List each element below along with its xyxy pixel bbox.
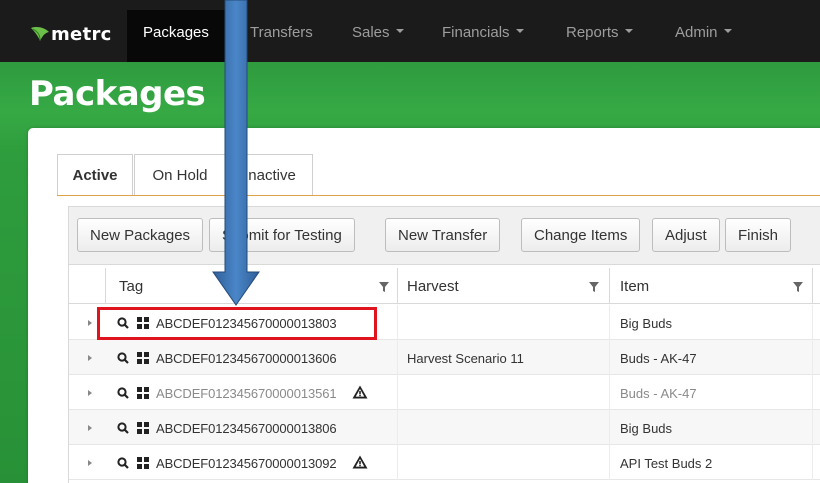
magnifier-icon[interactable] bbox=[117, 457, 129, 469]
chevron-down-icon bbox=[515, 29, 524, 34]
nav-packages-label: Packages bbox=[143, 24, 209, 41]
magnifier-icon[interactable] bbox=[117, 422, 129, 434]
magnifier-icon[interactable] bbox=[117, 387, 129, 399]
metrc-logo[interactable]: metrc bbox=[30, 22, 112, 46]
new-transfer-label: New Transfer bbox=[398, 227, 488, 244]
grid-icon[interactable] bbox=[137, 387, 149, 399]
column-header-item[interactable]: Item bbox=[620, 278, 649, 295]
grid-icon[interactable] bbox=[137, 352, 149, 364]
nav-sales[interactable]: Sales bbox=[352, 24, 404, 41]
item-cell: Big Buds bbox=[620, 421, 673, 436]
nav-admin[interactable]: Admin bbox=[675, 24, 732, 41]
column-divider bbox=[105, 268, 106, 304]
highlight-box bbox=[97, 307, 377, 340]
filter-funnel-icon[interactable] bbox=[379, 282, 389, 292]
column-divider bbox=[609, 268, 610, 304]
caret-right-icon[interactable] bbox=[88, 460, 92, 466]
nav-admin-label: Admin bbox=[675, 24, 718, 41]
nav-reports[interactable]: Reports bbox=[566, 24, 633, 41]
column-divider bbox=[397, 305, 398, 480]
grid-icon[interactable] bbox=[137, 457, 149, 469]
item-cell: API Test Buds 2 bbox=[620, 456, 713, 471]
filter-funnel-icon[interactable] bbox=[589, 282, 599, 292]
chevron-down-icon bbox=[723, 29, 732, 34]
change-items-label: Change Items bbox=[534, 227, 628, 244]
column-divider bbox=[812, 268, 813, 304]
nav-packages[interactable]: Packages bbox=[143, 24, 209, 41]
tab-active[interactable]: Active bbox=[57, 154, 133, 196]
column-header-item-label: Item bbox=[620, 278, 650, 295]
chevron-down-icon bbox=[395, 29, 404, 34]
chevron-down-icon bbox=[624, 29, 633, 34]
adjust-button[interactable]: Adjust bbox=[652, 218, 720, 252]
down-arrow-icon bbox=[212, 0, 260, 306]
warning-triangle-icon bbox=[352, 455, 368, 469]
package-tag[interactable]: ABCDEF012345670000013092 bbox=[156, 456, 337, 471]
change-items-button[interactable]: Change Items bbox=[521, 218, 641, 252]
finish-label: Finish bbox=[738, 227, 779, 244]
new-packages-button[interactable]: New Packages bbox=[77, 218, 204, 252]
warning-triangle-icon bbox=[352, 385, 368, 399]
nav-sales-label: Sales bbox=[352, 24, 390, 41]
leaf-icon bbox=[30, 26, 50, 42]
column-divider bbox=[609, 305, 610, 480]
item-cell: Big Buds bbox=[620, 316, 673, 331]
item-cell: Buds - AK-47 bbox=[620, 386, 697, 401]
nav-financials[interactable]: Financials bbox=[442, 24, 524, 41]
new-packages-label: New Packages bbox=[90, 227, 191, 244]
tab-underline bbox=[57, 195, 820, 196]
nav-financials-label: Financials bbox=[442, 24, 510, 41]
caret-right-icon[interactable] bbox=[88, 355, 92, 361]
item-cell: Buds - AK-47 bbox=[620, 351, 697, 366]
package-tag[interactable]: ABCDEF012345670000013806 bbox=[156, 421, 337, 436]
harvest-cell: Harvest Scenario 11 bbox=[407, 351, 524, 366]
column-header-harvest-label: Harvest bbox=[407, 278, 459, 295]
adjust-label: Adjust bbox=[665, 227, 707, 244]
page-title: Packages bbox=[29, 74, 206, 114]
caret-right-icon[interactable] bbox=[88, 320, 92, 326]
column-header-tag[interactable]: Tag bbox=[119, 278, 143, 295]
package-tag[interactable]: ABCDEF012345670000013606 bbox=[156, 351, 337, 366]
caret-right-icon[interactable] bbox=[88, 425, 92, 431]
logo-wordmark: metrc bbox=[51, 23, 112, 45]
grid-icon[interactable] bbox=[137, 422, 149, 434]
finish-button[interactable]: Finish bbox=[725, 218, 792, 252]
caret-right-icon[interactable] bbox=[88, 390, 92, 396]
nav-reports-label: Reports bbox=[566, 24, 619, 41]
tab-on-hold-label: On Hold bbox=[152, 167, 208, 184]
package-tag[interactable]: ABCDEF012345670000013561 bbox=[156, 386, 337, 401]
filter-funnel-icon[interactable] bbox=[793, 282, 803, 292]
column-divider bbox=[397, 268, 398, 304]
column-divider bbox=[812, 305, 813, 480]
tab-active-label: Active bbox=[72, 167, 118, 184]
magnifier-icon[interactable] bbox=[117, 352, 129, 364]
column-header-harvest[interactable]: Harvest bbox=[407, 278, 459, 295]
column-header-tag-label: Tag bbox=[119, 278, 144, 295]
new-transfer-button[interactable]: New Transfer bbox=[385, 218, 501, 252]
